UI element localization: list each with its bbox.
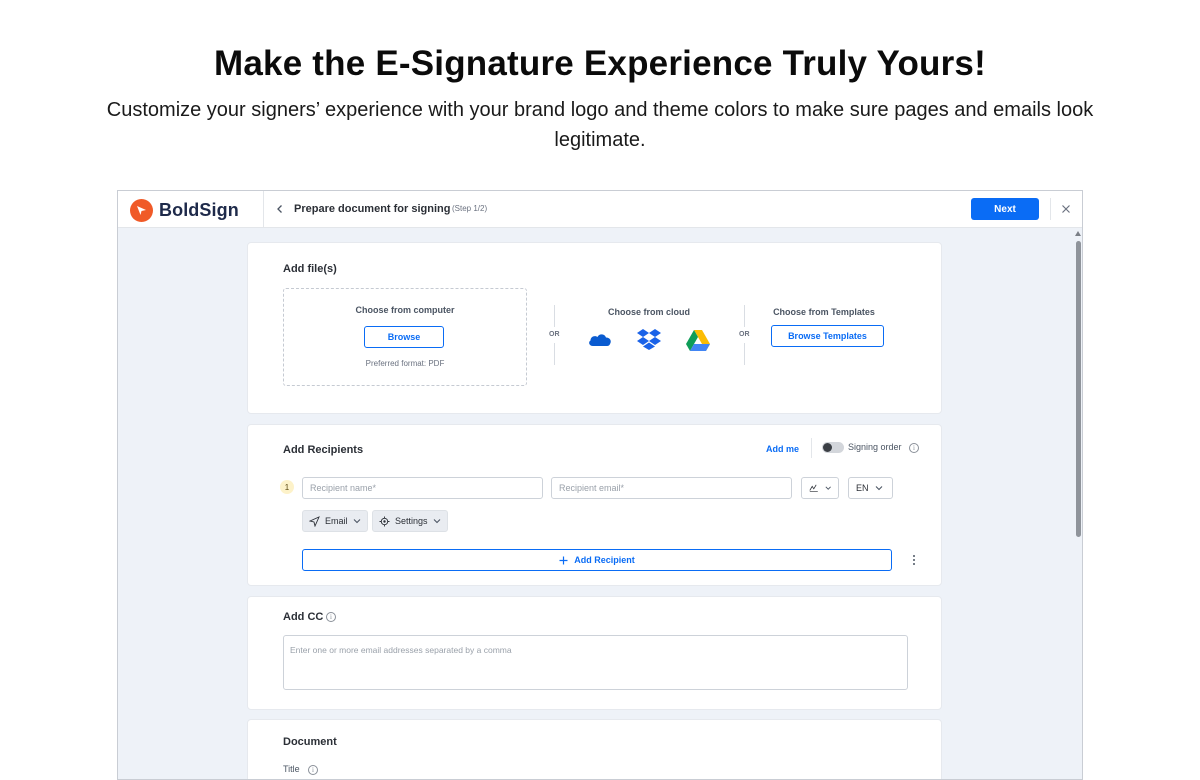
scrollbar[interactable] [1073, 229, 1082, 779]
onedrive-icon[interactable] [587, 328, 613, 352]
recipient-email-input[interactable]: Recipient email* [551, 477, 792, 499]
computer-dropzone[interactable]: Choose from computer Browse Preferred fo… [283, 288, 527, 386]
document-title-field-label: Title [283, 764, 300, 774]
delivery-method-label: Email [325, 516, 348, 526]
send-icon [309, 515, 320, 527]
scrollbar-thumb[interactable] [1076, 241, 1081, 537]
add-me-link[interactable]: Add me [766, 444, 799, 454]
delivery-method-dropdown[interactable]: Email [302, 510, 368, 532]
chevron-down-icon [353, 519, 360, 524]
divider-line [554, 305, 555, 327]
chevron-left-icon [277, 205, 282, 213]
signing-order-toggle[interactable] [822, 442, 844, 453]
settings-label: Settings [395, 516, 428, 526]
info-icon[interactable]: i [909, 443, 919, 453]
recipient-number: 1 [280, 480, 294, 494]
toggle-knob [823, 443, 832, 452]
format-hint: Preferred format: PDF [365, 359, 445, 368]
info-icon[interactable]: i [326, 612, 336, 622]
dropbox-icon[interactable] [636, 327, 662, 351]
recipients-separator [811, 438, 812, 458]
scroll-up-icon[interactable] [1075, 231, 1081, 236]
add-files-card: Add file(s) Choose from computer Browse … [247, 242, 942, 414]
brand-logo: BoldSign [130, 198, 239, 222]
chevron-down-icon [875, 486, 882, 491]
signer-role-select[interactable] [801, 477, 839, 499]
language-select[interactable]: EN [848, 477, 893, 499]
boldsign-logo-icon [130, 198, 153, 222]
choose-computer-label: Choose from computer [355, 305, 455, 315]
top-bar: BoldSign Prepare document for signing (S… [118, 191, 1082, 228]
back-button[interactable] [271, 200, 289, 218]
signature-pen-icon [809, 484, 818, 492]
document-title: Document [283, 736, 337, 748]
cc-email-input[interactable]: Enter one or more email addresses separa… [283, 635, 908, 690]
step-indicator: (Step 1/2) [452, 204, 488, 213]
chevron-down-icon [433, 519, 440, 524]
brand-name: BoldSign [159, 199, 239, 220]
app-window: BoldSign Prepare document for signing (S… [117, 190, 1083, 780]
close-button[interactable] [1058, 201, 1074, 217]
or-separator: OR [549, 331, 560, 338]
add-recipients-title: Add Recipients [283, 444, 364, 456]
topbar-divider [263, 191, 264, 228]
next-button[interactable]: Next [971, 198, 1039, 220]
add-recipients-card: Add Recipients Add me Signing order i 1 … [247, 424, 942, 586]
google-drive-icon[interactable] [685, 328, 711, 352]
add-recipient-label: Add Recipient [574, 555, 635, 565]
more-options-icon[interactable] [908, 553, 920, 567]
browse-button[interactable]: Browse [364, 326, 444, 348]
add-cc-card: Add CC i Enter one or more email address… [247, 596, 942, 710]
add-cc-title: Add CC [283, 611, 324, 623]
browse-templates-button[interactable]: Browse Templates [771, 325, 884, 347]
choose-templates-label: Choose from Templates [773, 307, 875, 317]
signing-order-label: Signing order [848, 442, 902, 452]
topbar-separator [1050, 198, 1051, 220]
add-files-title: Add file(s) [283, 263, 337, 275]
page-title: Prepare document for signing [294, 203, 451, 215]
close-icon [1062, 205, 1070, 213]
recipient-name-input[interactable]: Recipient name* [302, 477, 543, 499]
choose-cloud-label: Choose from cloud [607, 307, 690, 317]
divider-line [554, 343, 555, 365]
chevron-down-icon [825, 486, 831, 490]
divider-line [744, 343, 745, 365]
add-recipient-button[interactable]: Add Recipient [302, 549, 892, 571]
language-value: EN [856, 483, 869, 493]
info-icon[interactable]: i [308, 765, 318, 775]
hero-title: Make the E-Signature Experience Truly Yo… [214, 44, 986, 83]
gear-icon [379, 516, 390, 526]
or-separator: OR [739, 331, 750, 338]
recipient-settings-dropdown[interactable]: Settings [372, 510, 448, 532]
plus-icon [559, 556, 568, 564]
document-card: Document Title i [247, 719, 942, 779]
hero-subtitle: Customize your signers’ experience with … [106, 99, 1094, 151]
divider-line [744, 305, 745, 327]
